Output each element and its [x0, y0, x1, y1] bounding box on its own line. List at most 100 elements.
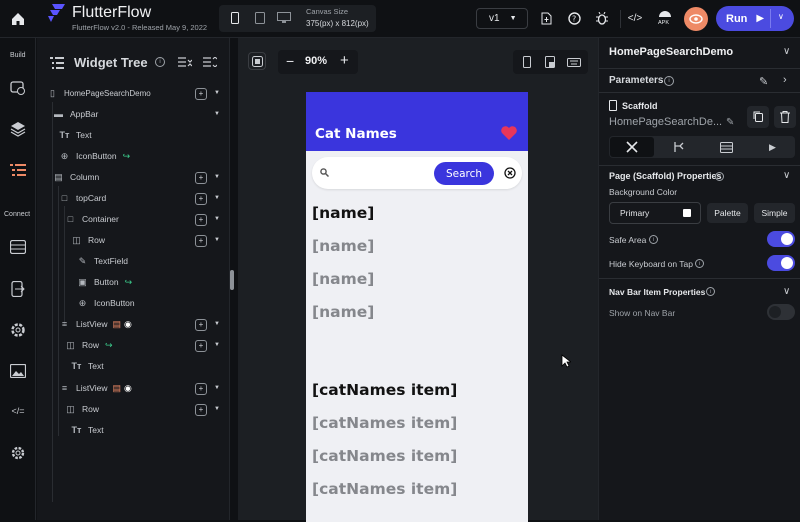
help-icon[interactable]: ?	[566, 10, 582, 26]
info-icon[interactable]: i	[695, 259, 704, 268]
keyboard-icon[interactable]	[567, 55, 581, 69]
theme-settings-icon[interactable]	[8, 78, 28, 98]
tablet-device-icon[interactable]	[544, 55, 556, 69]
info-icon[interactable]: i	[706, 287, 715, 296]
delete-icon[interactable]	[774, 106, 796, 128]
add-widget-icon[interactable]: +	[195, 172, 207, 184]
top-card[interactable]: Search	[306, 151, 528, 196]
widget-tree-icon[interactable]	[8, 160, 28, 180]
chevron-down-icon[interactable]: ∨	[778, 12, 784, 21]
preview-eye-icon[interactable]	[684, 7, 708, 31]
add-widget-icon[interactable]: +	[195, 404, 207, 416]
bg-color-select[interactable]: Primary	[609, 202, 701, 224]
chevron-down-icon[interactable]: ▼	[214, 90, 220, 96]
tree-item-text[interactable]: Tт Text	[59, 125, 92, 145]
chevron-down-icon[interactable]: ▼	[214, 216, 220, 222]
tree-item-iconbutton[interactable]: ⊕ IconButton	[77, 293, 135, 313]
chevron-right-icon[interactable]: ›	[783, 74, 787, 86]
database-icon[interactable]	[8, 237, 28, 257]
tab-properties[interactable]	[610, 137, 654, 157]
info-icon[interactable]: i	[155, 57, 165, 67]
chevron-down-icon[interactable]: ▼	[214, 406, 220, 412]
add-widget-icon[interactable]: +	[195, 340, 207, 352]
list-item-name[interactable]: [name]	[312, 204, 374, 222]
edit-icon[interactable]: ✎	[726, 117, 734, 128]
tree-item-listview[interactable]: ≡ ListView ▤ ◉	[59, 378, 132, 398]
desktop-device-icon[interactable]	[277, 11, 291, 25]
collapse-all-icon[interactable]	[177, 55, 193, 69]
tree-item-row[interactable]: ◫ Row	[71, 230, 105, 250]
copy-icon[interactable]	[747, 106, 769, 128]
chevron-down-icon[interactable]: ▼	[214, 195, 220, 201]
tablet-device-icon[interactable]	[253, 11, 267, 25]
tree-item-listview[interactable]: ≡ ListView ▤ ◉	[59, 314, 132, 334]
chevron-down-icon[interactable]: ▼	[214, 385, 220, 391]
palette-button[interactable]: Palette	[707, 203, 748, 223]
tree-item-topcard[interactable]: □ topCard	[59, 188, 106, 208]
show-nav-toggle[interactable]	[767, 304, 795, 320]
list-item-name[interactable]: [name]	[312, 303, 374, 321]
add-widget-icon[interactable]: +	[195, 319, 207, 331]
info-icon[interactable]: i	[715, 172, 724, 181]
chevron-down-icon[interactable]: ▼	[214, 321, 220, 327]
phone-device-icon[interactable]	[229, 11, 241, 25]
custom-code-settings-icon[interactable]	[8, 320, 28, 340]
search-container[interactable]: Search	[312, 157, 522, 189]
version-select[interactable]: v1 ▼	[476, 8, 528, 29]
run-button[interactable]: Run ▶ ∨	[716, 6, 794, 31]
hide-keyboard-toggle[interactable]	[767, 255, 795, 271]
add-widget-icon[interactable]: +	[195, 383, 207, 395]
tree-item-text[interactable]: Tт Text	[71, 420, 104, 440]
tree-item-page[interactable]: ▯ HomePageSearchDemo	[47, 83, 151, 103]
canvas-settings-icon[interactable]	[248, 52, 266, 70]
list-item-catname[interactable]: [catNames item]	[312, 480, 457, 498]
clear-icon[interactable]	[504, 167, 516, 179]
expand-all-icon[interactable]	[202, 55, 218, 69]
add-widget-icon[interactable]: +	[195, 88, 207, 100]
tree-item-iconbutton[interactable]: ⊕ IconButton ↪	[59, 146, 130, 166]
phone-preview[interactable]: Cat Names Search [name] [name] [name] [n…	[306, 92, 528, 522]
chevron-down-icon[interactable]: ∨	[783, 286, 790, 297]
layers-icon[interactable]	[8, 119, 28, 139]
chevron-down-icon[interactable]: ▼	[214, 342, 220, 348]
tab-backend-query[interactable]	[704, 137, 748, 157]
tree-item-row[interactable]: ◫ Row ↪	[65, 335, 112, 355]
info-icon[interactable]: i	[664, 76, 674, 86]
add-widget-icon[interactable]: +	[195, 214, 207, 226]
chevron-down-icon[interactable]: ▼	[214, 237, 220, 243]
add-widget-icon[interactable]: +	[195, 193, 207, 205]
zoom-in-button[interactable]: +	[340, 52, 349, 69]
search-input[interactable]	[334, 162, 434, 184]
tree-item-button[interactable]: ▣ Button ↪	[77, 272, 132, 292]
chevron-down-icon[interactable]: ▼	[214, 111, 220, 117]
chevron-down-icon[interactable]: ▼	[214, 174, 220, 180]
phone-device-icon[interactable]	[521, 55, 533, 69]
zoom-out-button[interactable]: −	[286, 53, 294, 69]
heart-icon[interactable]	[500, 125, 518, 141]
list-item-catname[interactable]: [catNames item]	[312, 414, 457, 432]
info-icon[interactable]: i	[649, 235, 658, 244]
panel-resize-handle[interactable]	[230, 270, 234, 290]
tree-item-row[interactable]: ◫ Row	[65, 399, 99, 419]
tree-item-container[interactable]: □ Container	[65, 209, 119, 229]
app-bar[interactable]: Cat Names	[306, 92, 528, 151]
media-assets-icon[interactable]	[8, 361, 28, 381]
app-bar-title[interactable]: Cat Names	[315, 126, 397, 142]
chevron-down-icon[interactable]: ∨	[783, 170, 790, 181]
api-calls-icon[interactable]	[8, 279, 28, 299]
add-widget-icon[interactable]: +	[195, 235, 207, 247]
android-apk-icon[interactable]: APK	[656, 8, 674, 30]
chevron-down-icon[interactable]: ∨	[783, 46, 790, 57]
edit-icon[interactable]: ✎	[759, 75, 768, 88]
tree-item-textfield[interactable]: ✎ TextField	[77, 251, 128, 271]
tree-item-text[interactable]: Tт Text	[71, 356, 104, 376]
list-item-name[interactable]: [name]	[312, 270, 374, 288]
tree-item-column[interactable]: ▤ Column	[53, 167, 99, 187]
widget-name-field[interactable]: HomePageSearchDe...	[609, 116, 722, 128]
tree-item-appbar[interactable]: ▬ AppBar	[53, 104, 98, 124]
bug-icon[interactable]	[594, 10, 610, 26]
custom-code-icon[interactable]: </=	[8, 401, 28, 421]
settings-gear-icon[interactable]	[8, 443, 28, 463]
list-item-catname[interactable]: [catNames item]	[312, 447, 457, 465]
safe-area-toggle[interactable]	[767, 231, 795, 247]
